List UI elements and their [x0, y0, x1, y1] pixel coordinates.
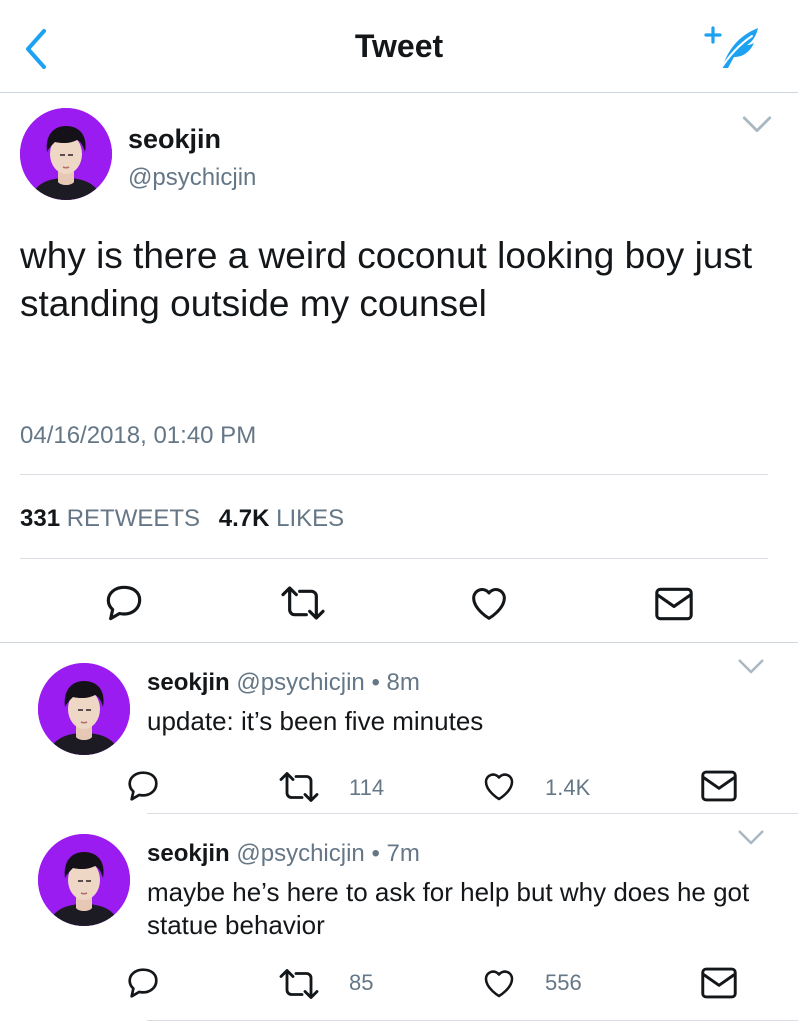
- tweet-menu-button[interactable]: [736, 655, 766, 679]
- like-count: 1.4K: [545, 775, 591, 800]
- like-button[interactable]: [481, 966, 517, 1006]
- tweet-menu-button[interactable]: [736, 826, 766, 850]
- retweet-count: 331: [20, 505, 61, 532]
- divider: [147, 1020, 798, 1021]
- reply-button[interactable]: [126, 966, 160, 1006]
- reply-icon: [104, 583, 144, 623]
- avatar-image: [20, 108, 112, 200]
- chevron-down-icon: [736, 826, 766, 850]
- chevron-down-icon: [740, 110, 774, 140]
- retweet-button[interactable]: [276, 769, 322, 809]
- retweet-icon: [276, 769, 322, 805]
- likes-label: LIKES: [276, 505, 345, 532]
- reply-button[interactable]: [104, 583, 144, 623]
- reply-text: maybe he’s here to ask for help but why …: [147, 877, 750, 940]
- reply-header: seokjin @psychicjin • 8m: [147, 669, 420, 697]
- author-handle[interactable]: @psychicjin: [128, 164, 256, 192]
- tweet-timestamp: 04/16/2018, 01:40 PM: [20, 422, 257, 449]
- like-count: 4.7K: [218, 505, 270, 532]
- author-name[interactable]: seokjin: [147, 669, 230, 696]
- reply-button[interactable]: [126, 769, 160, 809]
- avatar[interactable]: [20, 108, 112, 200]
- chevron-down-icon: [736, 655, 766, 679]
- nav-bar: Tweet: [0, 0, 798, 93]
- retweets-label: RETWEETS: [66, 505, 201, 532]
- avatar-image: [38, 834, 130, 926]
- retweet-button[interactable]: [276, 966, 322, 1006]
- retweet-icon: [276, 966, 322, 1002]
- envelope-icon: [700, 966, 738, 1000]
- like-count: 556: [545, 970, 582, 995]
- reply-tweet[interactable]: seokjin @psychicjin • 8m update: it’s be…: [0, 643, 798, 815]
- reply-icon: [126, 966, 160, 1000]
- compose-feather-icon: [704, 26, 758, 71]
- like-button[interactable]: [468, 583, 510, 623]
- reply-time: 7m: [386, 840, 420, 867]
- tweet-text: why is there a weird coconut looking boy…: [20, 235, 753, 324]
- retweet-icon: [278, 583, 328, 623]
- direct-message-button[interactable]: [700, 966, 738, 1006]
- reply-tweet[interactable]: seokjin @psychicjin • 7m maybe he’s here…: [0, 814, 798, 1021]
- like-button[interactable]: [481, 769, 517, 809]
- reply-header: seokjin @psychicjin • 7m: [147, 840, 420, 868]
- separator-dot: •: [371, 840, 380, 867]
- heart-icon: [481, 769, 517, 803]
- avatar[interactable]: [38, 663, 130, 755]
- retweet-count: 114: [349, 775, 385, 800]
- direct-message-button[interactable]: [700, 769, 738, 809]
- engagement-stats: 331 RETWEETS 4.7K LIKES: [20, 505, 356, 533]
- page-title: Tweet: [354, 28, 444, 64]
- envelope-icon: [700, 769, 738, 803]
- reply-icon: [126, 769, 160, 803]
- retweet-button[interactable]: [278, 583, 328, 623]
- avatar-image: [38, 663, 130, 755]
- avatar[interactable]: [38, 834, 130, 926]
- tweet-menu-button[interactable]: [740, 110, 774, 140]
- divider: [20, 558, 768, 559]
- retweets-stat[interactable]: 331 RETWEETS: [20, 505, 212, 532]
- retweet-count: 85: [349, 970, 374, 995]
- likes-stat[interactable]: 4.7K LIKES: [219, 505, 356, 532]
- reply-text: update: it’s been five minutes: [147, 706, 484, 736]
- author-name[interactable]: seokjin: [147, 840, 230, 867]
- heart-icon: [481, 966, 517, 1000]
- author-handle[interactable]: @psychicjin: [236, 669, 364, 696]
- heart-icon: [468, 583, 510, 623]
- separator-dot: •: [371, 669, 380, 696]
- author-name[interactable]: seokjin: [128, 124, 221, 155]
- divider: [20, 474, 768, 475]
- envelope-icon: [654, 586, 694, 622]
- compose-button[interactable]: [700, 20, 764, 72]
- author-handle[interactable]: @psychicjin: [236, 840, 364, 867]
- reply-time: 8m: [386, 669, 420, 696]
- direct-message-button[interactable]: [654, 586, 694, 622]
